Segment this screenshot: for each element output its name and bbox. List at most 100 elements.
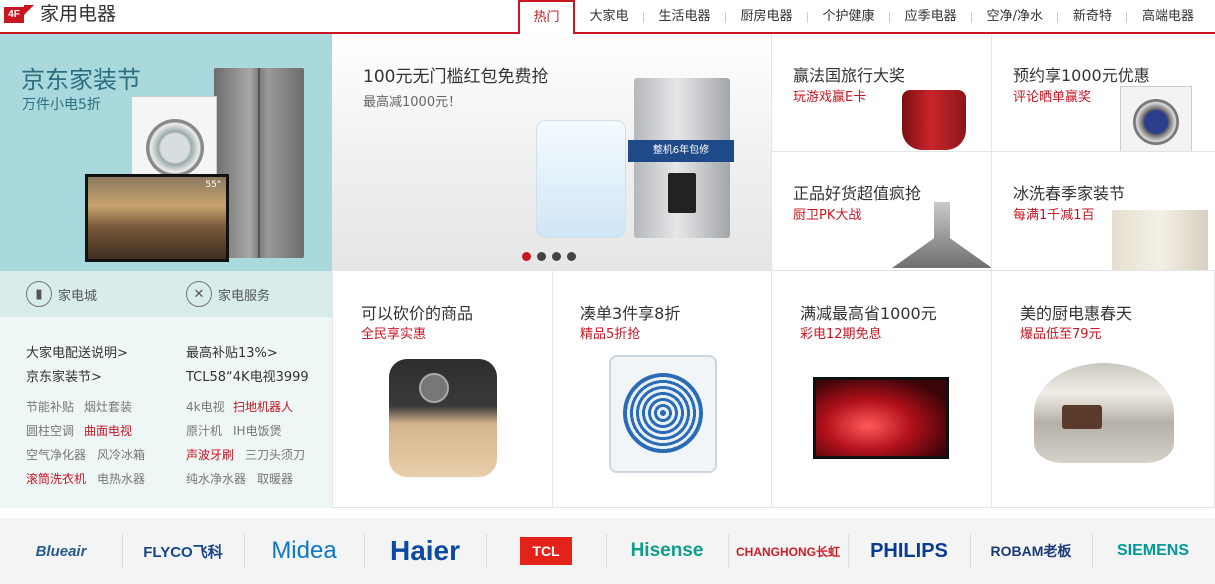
tcl-label: TCL (520, 537, 572, 565)
carousel-dot[interactable] (567, 252, 576, 261)
tab-novelty[interactable]: 新奇特 (1058, 0, 1127, 34)
brand-strip: Blueair FLYCO飞科 Midea Haier TCL Hisense … (0, 518, 1215, 584)
keyword-link[interactable]: 纯水净水器 (186, 470, 246, 487)
keyword-link[interactable]: 空气净化器 (26, 446, 86, 463)
promo-title: 冰洗春季家装节 (1013, 184, 1126, 203)
tab-hot[interactable]: 热门 (518, 0, 575, 36)
promo-cell[interactable]: 冰洗春季家装节 每满1千减1百 (991, 152, 1215, 271)
appliance-icon: ▮ (26, 281, 52, 307)
keyword-link[interactable]: 烟灶套装 (84, 398, 132, 415)
box-fan-image (609, 355, 717, 473)
tab-air-water[interactable]: 空净/净水 (972, 0, 1059, 34)
carousel-dot[interactable] (537, 252, 546, 261)
keyword-link[interactable]: 曲面电视 (84, 422, 132, 439)
water-heater-image: 整机6年包修 (628, 78, 734, 238)
floor-header: 4F 家用电器 热门 大家电 生活电器 厨房电器 个护健康 应季电器 空净/净水… (0, 0, 1215, 36)
floor-badge: 4F (4, 5, 34, 25)
kettle-image (902, 90, 966, 150)
brand-logo-siemens[interactable]: SIEMENS (1092, 518, 1214, 584)
decor-festival-link[interactable]: 京东家装节> (26, 366, 102, 385)
rice-cooker-silver-image (1034, 363, 1174, 463)
product-subtitle: 全民享实惠 (361, 327, 427, 342)
promo-carousel[interactable]: 100元无门槛红包免费抢 最高减1000元！ 整机6年包修 (332, 34, 771, 271)
keyword-link[interactable]: 扫地机器人 (233, 398, 293, 415)
subsidy-link[interactable]: 最高补贴13%> (186, 342, 278, 361)
product-cell[interactable]: 满减最高省1000元 彩电12期免息 (771, 271, 991, 508)
warranty-badge: 整机6年包修 (628, 140, 734, 162)
product-title: 满减最高省1000元 (800, 304, 937, 323)
brand-logo-blueair[interactable]: Blueair (0, 518, 122, 584)
keyword-link[interactable]: IH电饭煲 (233, 422, 282, 439)
product-cell[interactable]: 凑单3件享8折 精品5折抢 (552, 271, 771, 508)
promo-title: 赢法国旅行大奖 (793, 66, 906, 85)
tv-image: 55" (85, 174, 229, 262)
tab-premium[interactable]: 高端电器 (1127, 0, 1209, 34)
promo-cell[interactable]: 正品好货超值疯抢 厨卫PK大战 (771, 152, 991, 271)
product-subtitle: 精品5折抢 (580, 327, 641, 342)
keyword-link[interactable]: 三刀头须刀 (245, 446, 305, 463)
keyword-link[interactable]: 滚筒洗衣机 (26, 470, 86, 487)
banner-subtitle: 万件小电5折 (22, 97, 101, 113)
promo-subtitle: 评论晒单赢奖 (1013, 90, 1092, 105)
product-title: 美的厨电惠春天 (1020, 304, 1133, 323)
product-subtitle: 爆品低至79元 (1020, 327, 1102, 342)
tab-major-appliances[interactable]: 大家电 (575, 0, 644, 34)
keyword-link[interactable]: 电热水器 (97, 470, 145, 487)
service-bar: ▮ 家电城 ✕ 家电服务 (0, 271, 332, 317)
product-cell[interactable]: 美的厨电惠春天 爆品低至79元 (991, 271, 1215, 508)
keyword-link[interactable]: 风冷冰箱 (97, 446, 145, 463)
promo-subtitle: 每满1千减1百 (1013, 208, 1095, 223)
delivery-info-link[interactable]: 大家电配送说明> (26, 342, 128, 361)
keyword-link[interactable]: 节能补贴 (26, 398, 74, 415)
product-title: 可以砍价的商品 (361, 304, 474, 323)
keyword-link[interactable]: 4k电视 (186, 398, 225, 415)
home-decor-banner[interactable]: 京东家装节 万件小电5折 55" (0, 34, 332, 271)
keyword-link[interactable]: 声波牙刷 (186, 446, 234, 463)
appliance-service-label: 家电服务 (218, 288, 271, 304)
tv-red-image (813, 377, 949, 459)
appliance-mall-label: 家电城 (58, 288, 98, 304)
brand-logo-midea[interactable]: Midea (244, 518, 364, 584)
keyword-link[interactable]: 圆柱空调 (26, 422, 74, 439)
fridge-small-image (1112, 210, 1208, 270)
appliance-mall-link[interactable]: ▮ 家电城 (26, 281, 97, 307)
left-column: 京东家装节 万件小电5折 55" ▮ 家电城 ✕ 家电服务 大家电配送说明> 最… (0, 34, 332, 508)
appliance-service-link[interactable]: ✕ 家电服务 (186, 281, 270, 307)
brand-logo-robam[interactable]: ROBAM老板 (970, 518, 1092, 584)
carousel-subtitle: 最高减1000元！ (363, 95, 462, 110)
brand-logo-changhong[interactable]: CHANGHONG长虹 (728, 518, 848, 584)
keyword-link[interactable]: 原汁机 (186, 422, 222, 439)
promo-cell[interactable]: 赢法国旅行大奖 玩游戏赢E卡 (771, 34, 991, 152)
carousel-indicators (522, 252, 576, 261)
product-subtitle: 彩电12期免息 (800, 327, 882, 342)
floor-corner (24, 5, 34, 15)
promo-subtitle: 厨卫PK大战 (793, 208, 862, 223)
brand-logo-flyco[interactable]: FLYCO飞科 (122, 518, 244, 584)
brand-logo-haier[interactable]: Haier (364, 518, 486, 584)
promo-subtitle: 玩游戏赢E卡 (793, 90, 867, 105)
tab-seasonal[interactable]: 应季电器 (890, 0, 972, 34)
brand-logo-hisense[interactable]: Hisense (606, 518, 728, 584)
carousel-dot[interactable] (522, 252, 531, 261)
range-hood-image (892, 202, 991, 268)
product-cell[interactable]: 可以砍价的商品 全民享实惠 (332, 271, 552, 508)
brand-logo-philips[interactable]: PHILIPS (848, 518, 970, 584)
floor-number: 4F (4, 7, 24, 23)
promo-title: 正品好货超值疯抢 (793, 184, 922, 203)
tab-kitchen-appliances[interactable]: 厨房电器 (726, 0, 808, 34)
tab-personal-care[interactable]: 个护健康 (808, 0, 890, 34)
floor-title: 家用电器 (40, 3, 117, 25)
product-title: 凑单3件享8折 (580, 304, 681, 323)
promo-title: 预约享1000元优惠 (1013, 66, 1150, 85)
tools-icon: ✕ (186, 281, 212, 307)
carousel-title: 100元无门槛红包免费抢 (363, 67, 549, 87)
carousel-dot[interactable] (552, 252, 561, 261)
rice-cooker-black-image (389, 359, 497, 477)
promo-cell[interactable]: 预约享1000元优惠 评论晒单赢奖 (991, 34, 1215, 152)
banner-title: 京东家装节 (21, 66, 141, 94)
tcl-tv-link[interactable]: TCL58“4K电视3999 (186, 366, 332, 385)
brand-logo-tcl[interactable]: TCL (486, 518, 606, 584)
tab-life-appliances[interactable]: 生活电器 (644, 0, 726, 34)
keyword-link[interactable]: 取暖器 (257, 470, 293, 487)
air-purifier-image (536, 120, 626, 238)
